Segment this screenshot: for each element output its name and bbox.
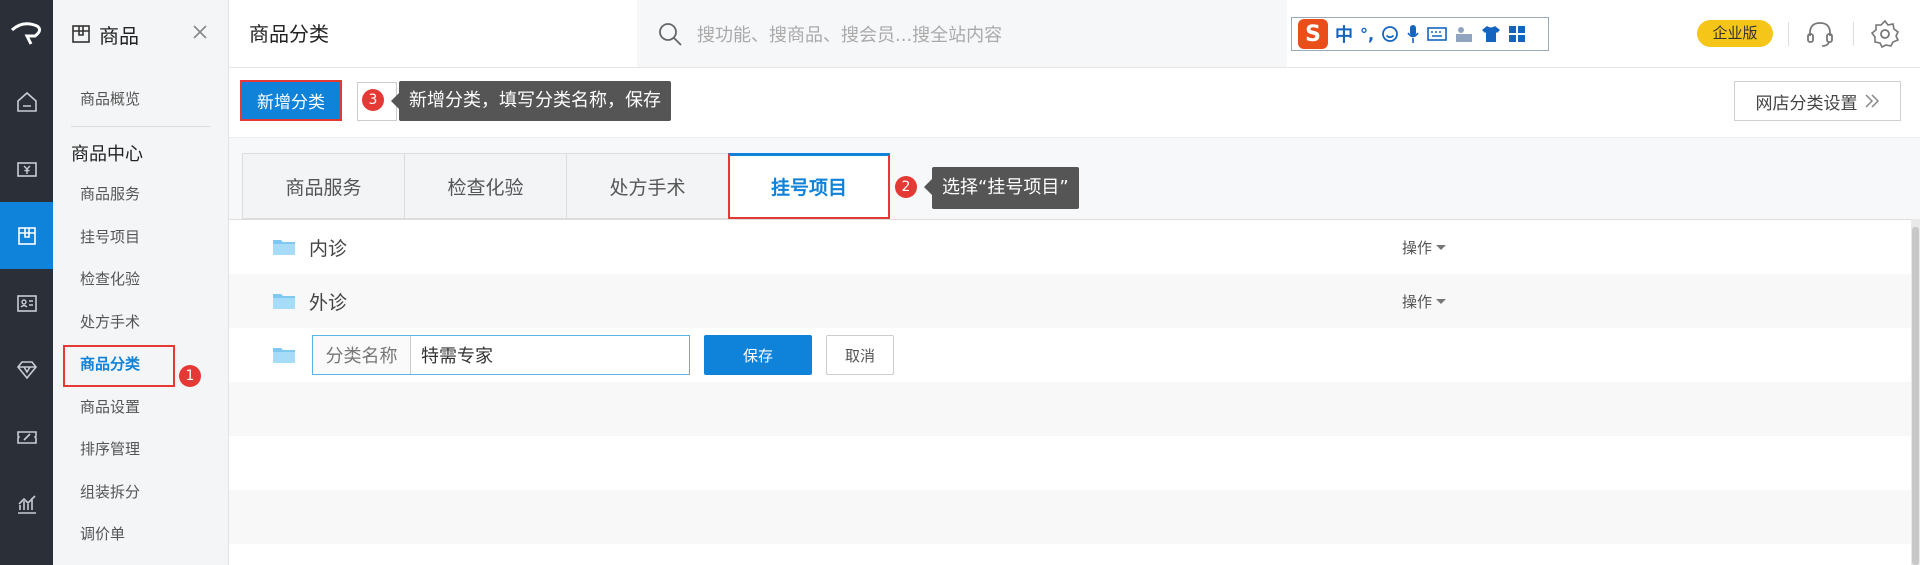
rail-item-coupon[interactable] bbox=[0, 403, 53, 470]
double-chevron-right-icon bbox=[1864, 94, 1879, 108]
sidebar-item-goods-category[interactable]: 商品分类 bbox=[53, 343, 228, 387]
row-action-label: 操作 bbox=[1402, 292, 1433, 311]
app-window: 商品 商品概览 商品中心 商品服务 挂号项目 检查化验 处方手术 商品分类 商品… bbox=[0, 0, 1920, 565]
row-action-menu[interactable]: 操作 bbox=[1402, 291, 1447, 312]
category-name-input[interactable] bbox=[411, 336, 689, 374]
rail-item-marketing[interactable] bbox=[0, 336, 53, 403]
sidebar-header: 商品 bbox=[53, 0, 228, 68]
coupon-icon bbox=[16, 430, 37, 444]
sidebar-item-registration[interactable]: 挂号项目 bbox=[53, 216, 228, 259]
category-name: 内诊 bbox=[309, 237, 348, 260]
user-card-icon[interactable] bbox=[1454, 25, 1474, 43]
rail-item-cashier[interactable] bbox=[0, 135, 53, 202]
category-name-label: 分类名称 bbox=[313, 336, 411, 374]
topbar-divider-2 bbox=[1853, 22, 1854, 46]
sidebar-item-goods-service[interactable]: 商品服务 bbox=[53, 173, 228, 216]
rail-item-goods[interactable] bbox=[0, 202, 53, 269]
sidebar-item-assembly[interactable]: 组装拆分 bbox=[53, 471, 228, 514]
tab-lab-test[interactable]: 检查化验 bbox=[404, 153, 566, 219]
tooltip-step-3: 新增分类，填写分类名称，保存 bbox=[391, 81, 671, 121]
step-badge-2: 2 bbox=[895, 176, 917, 198]
emoji-icon[interactable] bbox=[1381, 25, 1399, 43]
row-action-menu[interactable]: 操作 bbox=[1402, 237, 1447, 258]
microphone-icon[interactable] bbox=[1406, 24, 1420, 44]
ime-toolbar[interactable]: S 中 °, bbox=[1291, 17, 1549, 51]
rail-item-home[interactable] bbox=[0, 68, 53, 135]
home-icon bbox=[16, 91, 37, 112]
tooltip-step-2: 选择“挂号项目” bbox=[924, 167, 1079, 209]
chart-icon bbox=[17, 494, 36, 514]
caret-down-icon bbox=[1436, 298, 1447, 304]
empty-row bbox=[229, 490, 1911, 544]
shop-category-settings-label: 网店分类设置 bbox=[1755, 93, 1858, 114]
cashier-icon bbox=[16, 161, 37, 177]
top-bar: 商品分类 搜功能、搜商品、搜会员...搜全站内容 S 中 °, 企业版 bbox=[229, 0, 1920, 68]
sidebar-item-price-adjust[interactable]: 调价单 bbox=[53, 513, 228, 556]
cancel-button[interactable]: 取消 bbox=[826, 335, 894, 375]
shop-category-settings-button[interactable]: 网店分类设置 bbox=[1734, 81, 1901, 121]
gear-icon[interactable] bbox=[1869, 18, 1901, 50]
sidebar-item-overview[interactable]: 商品概览 bbox=[53, 78, 228, 120]
ime-chinese-mode[interactable]: 中 bbox=[1335, 21, 1353, 47]
row-action-label: 操作 bbox=[1402, 238, 1433, 257]
caret-down-icon bbox=[1436, 244, 1447, 250]
page-title: 商品分类 bbox=[249, 22, 329, 46]
sidebar-divider bbox=[71, 126, 210, 127]
app-logo[interactable] bbox=[0, 0, 53, 68]
toolbox-grid-icon[interactable] bbox=[1508, 25, 1526, 43]
category-name-field: 分类名称 bbox=[312, 335, 690, 375]
rail-item-reports[interactable] bbox=[0, 470, 53, 537]
new-category-row: 分类名称 保存 取消 bbox=[229, 328, 1911, 382]
step-badge-1: 1 bbox=[179, 365, 201, 387]
category-content: 商品服务 检查化验 处方手术 挂号项目 2 选择“挂号项目” 内诊 操作 外诊 … bbox=[229, 138, 1920, 565]
vertical-scrollbar[interactable] bbox=[1911, 219, 1920, 565]
global-search[interactable]: 搜功能、搜商品、搜会员...搜全站内容 bbox=[637, 0, 1287, 67]
search-input[interactable]: 搜功能、搜商品、搜会员...搜全站内容 bbox=[697, 21, 1002, 47]
category-list: 内诊 操作 外诊 操作 分类名称 特需专家 保存 取消 bbox=[229, 219, 1911, 565]
ime-punctuation[interactable]: °, bbox=[1360, 25, 1374, 44]
close-icon[interactable] bbox=[190, 22, 210, 42]
category-name: 外诊 bbox=[309, 291, 348, 314]
goods-module-icon bbox=[72, 25, 90, 43]
folder-icon bbox=[273, 348, 295, 363]
tab-prescription[interactable]: 处方手术 bbox=[566, 153, 728, 219]
sidebar-item-lab-test[interactable]: 检查化验 bbox=[53, 258, 228, 301]
empty-row bbox=[229, 382, 1911, 436]
sidebar-item-sort-manage[interactable]: 排序管理 bbox=[53, 428, 228, 471]
add-category-button[interactable]: 新增分类 bbox=[240, 80, 342, 121]
rail-item-member[interactable] bbox=[0, 269, 53, 336]
tab-goods-service[interactable]: 商品服务 bbox=[242, 153, 404, 219]
scrollbar-thumb[interactable] bbox=[1912, 227, 1919, 565]
sidebar-item-goods-settings[interactable]: 商品设置 bbox=[53, 386, 228, 429]
skin-tshirt-icon[interactable] bbox=[1481, 25, 1501, 43]
search-icon bbox=[659, 22, 682, 46]
folder-icon bbox=[273, 240, 295, 255]
step-badge-3: 3 bbox=[362, 89, 384, 111]
tab-registration[interactable]: 挂号项目 bbox=[728, 153, 890, 219]
sidebar-title: 商品 bbox=[99, 23, 139, 48]
topbar-divider bbox=[1788, 22, 1789, 46]
folder-icon bbox=[273, 294, 295, 309]
category-tabs: 商品服务 检查化验 处方手术 挂号项目 bbox=[242, 153, 890, 219]
diamond-icon bbox=[16, 360, 37, 379]
icon-rail bbox=[0, 0, 53, 565]
enterprise-edition-badge: 企业版 bbox=[1697, 20, 1773, 47]
goods-sidebar: 商品 商品概览 商品中心 商品服务 挂号项目 检查化验 处方手术 商品分类 商品… bbox=[53, 0, 229, 565]
goods-box-icon bbox=[17, 226, 36, 245]
sidebar-group-title: 商品中心 bbox=[71, 144, 143, 165]
page-toolbar: 新增分类 3 新增分类，填写分类名称，保存 网店分类设置 bbox=[229, 68, 1920, 138]
sogou-logo-icon: S bbox=[1298, 19, 1328, 49]
save-button[interactable]: 保存 bbox=[704, 335, 812, 375]
member-card-icon bbox=[16, 294, 37, 312]
logo-icon bbox=[10, 22, 41, 45]
list-item[interactable]: 内诊 操作 bbox=[229, 220, 1911, 274]
sidebar-item-prescription[interactable]: 处方手术 bbox=[53, 301, 228, 344]
keyboard-icon[interactable] bbox=[1427, 26, 1447, 42]
list-item[interactable]: 外诊 操作 bbox=[229, 274, 1911, 328]
empty-row bbox=[229, 436, 1911, 490]
headset-support-icon[interactable] bbox=[1804, 18, 1836, 50]
